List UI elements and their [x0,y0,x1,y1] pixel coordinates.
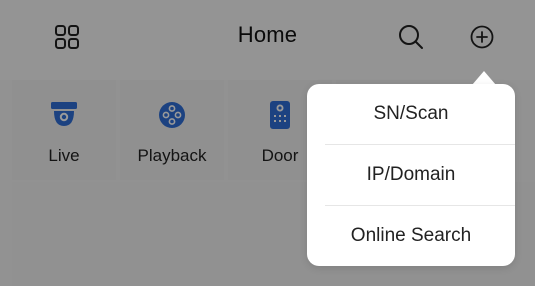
menu-item-sn-scan[interactable]: SN/Scan [307,84,515,144]
add-device-menu: SN/Scan IP/Domain Online Search [307,84,515,266]
menu-item-online-search[interactable]: Online Search [307,206,515,266]
home-screen: Home Live Playback Door SN/Scan IP/Domai… [0,0,535,286]
menu-item-ip-domain[interactable]: IP/Domain [307,145,515,205]
popover-arrow [472,71,496,85]
